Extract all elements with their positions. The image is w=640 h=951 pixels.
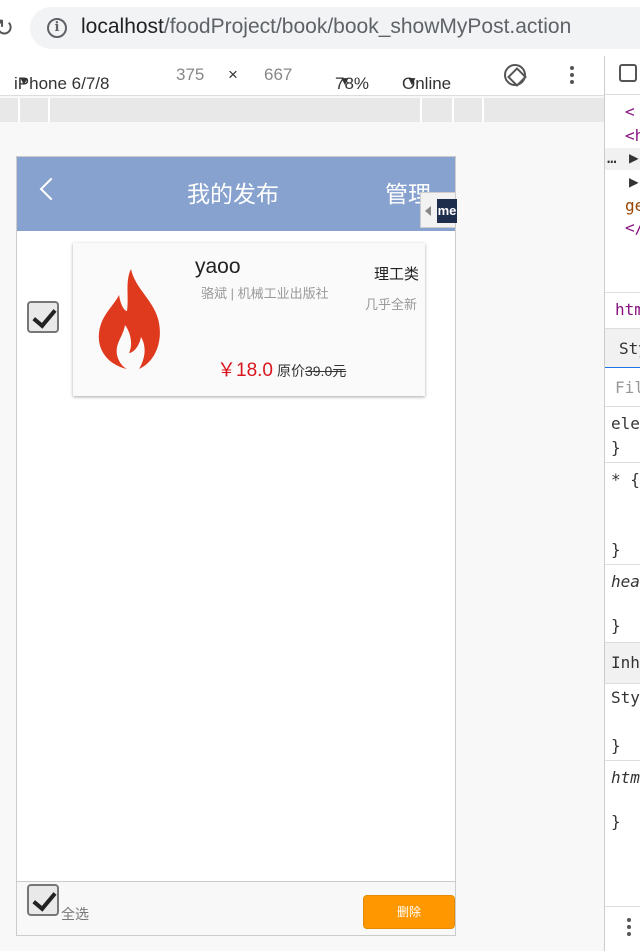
book-author-publisher: 骆斌 | 机械工业出版社 bbox=[201, 286, 329, 301]
extension-logo: me bbox=[437, 199, 457, 223]
url-path: /foodProject/book/book_showMyPost.action bbox=[163, 15, 572, 38]
dom-line[interactable]: </ bbox=[625, 218, 640, 237]
dom-line[interactable]: <h bbox=[625, 126, 640, 145]
style-rule: htm bbox=[611, 768, 640, 787]
browser-address-bar: ↻ i localhost/foodProject/book/book_show… bbox=[0, 0, 640, 56]
app-header: 我的发布 管理 bbox=[17, 157, 455, 231]
style-rule: ele bbox=[611, 414, 640, 433]
style-rule: } bbox=[611, 736, 621, 755]
rotate-icon[interactable] bbox=[504, 64, 526, 86]
style-rule: } bbox=[611, 540, 621, 559]
chevron-down-icon: ▼ bbox=[406, 74, 418, 88]
inherited-section: Inhe bbox=[605, 643, 640, 683]
url-text[interactable]: localhost/foodProject/book/book_showMyPo… bbox=[81, 15, 571, 39]
device-toolbar: iPhone 6/7/8 ▼ 375 × 667 78% ▼ Online ▼ bbox=[0, 56, 604, 96]
height-input[interactable]: 667 bbox=[264, 65, 292, 85]
dom-line[interactable]: ▶ bbox=[629, 172, 640, 191]
book-condition: 几乎全新 bbox=[364, 297, 417, 312]
info-icon[interactable]: i bbox=[47, 18, 67, 38]
book-title[interactable]: yaoo bbox=[195, 255, 241, 279]
media-query-ruler bbox=[0, 98, 604, 122]
dom-line[interactable]: ge bbox=[625, 196, 640, 215]
bottom-action-bar: 全选 删除 bbox=[17, 881, 455, 935]
dimension-separator: × bbox=[228, 65, 238, 84]
omnibox[interactable]: i localhost/foodProject/book/book_showMy… bbox=[30, 7, 640, 49]
filter-input[interactable]: Filt bbox=[615, 378, 640, 397]
post-card[interactable]: yaoo 骆斌 | 机械工业出版社 理工类 几乎全新 ￥18.0 原价39.0元 bbox=[73, 243, 425, 396]
style-rule: hea bbox=[611, 572, 640, 591]
book-category: 理工类 bbox=[373, 266, 419, 283]
current-price: ￥18.0 bbox=[217, 360, 273, 381]
post-checkbox[interactable] bbox=[27, 301, 59, 333]
dom-line[interactable]: < bbox=[625, 102, 640, 121]
style-rule: Sty bbox=[611, 688, 640, 707]
devtools-panel: < <h …▶ ▶ ge </ htm Sty Filt ele } * { }… bbox=[604, 56, 640, 951]
inspect-element-icon[interactable] bbox=[619, 64, 637, 82]
width-input[interactable]: 375 bbox=[176, 65, 204, 85]
dom-line-selected[interactable]: … ▶ bbox=[605, 148, 640, 170]
select-all-checkbox[interactable] bbox=[27, 884, 59, 916]
url-host: localhost bbox=[81, 15, 164, 38]
select-all-label[interactable]: 全选 bbox=[61, 904, 89, 924]
page-title: 我的发布 bbox=[187, 181, 279, 207]
style-rule: } bbox=[611, 438, 621, 457]
chevron-down-icon: ▼ bbox=[339, 74, 351, 88]
style-rule: } bbox=[611, 812, 621, 831]
more-options-icon[interactable] bbox=[627, 918, 633, 939]
device-viewport: 我的发布 管理 yaoo 骆斌 | 机械工业出版社 理工类 几乎全新 ￥18.0… bbox=[16, 156, 456, 936]
delete-button[interactable]: 删除 bbox=[363, 895, 455, 929]
breadcrumb-html[interactable]: htm bbox=[615, 300, 640, 319]
style-rule: } bbox=[611, 616, 621, 635]
reload-icon[interactable]: ↻ bbox=[0, 14, 14, 43]
styles-tab[interactable]: Sty bbox=[605, 329, 640, 367]
more-options-icon[interactable] bbox=[570, 66, 576, 87]
chevron-down-icon: ▼ bbox=[18, 74, 30, 88]
caret-left-icon bbox=[425, 206, 431, 216]
style-rule: * { bbox=[611, 470, 640, 489]
back-arrow-icon[interactable] bbox=[39, 177, 63, 201]
price: ￥18.0 原价39.0元 bbox=[217, 355, 346, 382]
flame-icon bbox=[98, 269, 160, 369]
original-price: 原价39.0元 bbox=[276, 363, 347, 379]
extension-side-tab[interactable]: me bbox=[420, 192, 457, 228]
